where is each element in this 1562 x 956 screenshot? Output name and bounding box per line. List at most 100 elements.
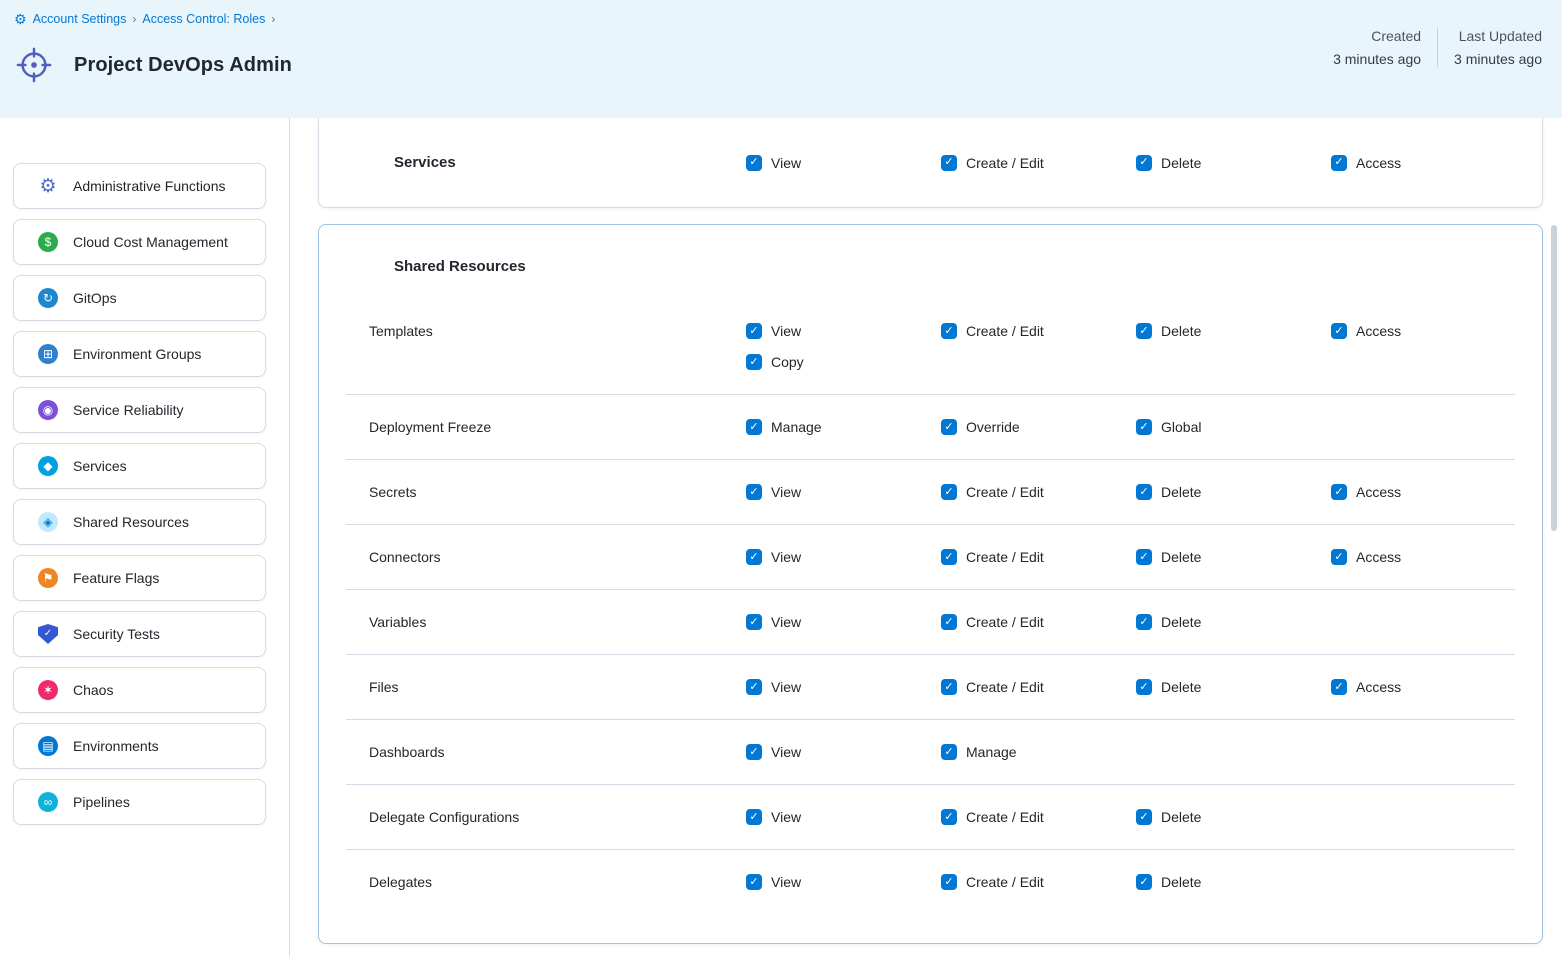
- checkbox-create-edit[interactable]: Create / Edit: [941, 679, 1136, 695]
- checkbox-view[interactable]: View: [746, 874, 941, 890]
- checked-checkbox-icon[interactable]: [746, 354, 762, 370]
- role-target-icon: [15, 46, 53, 84]
- checkbox-view[interactable]: View: [746, 323, 941, 339]
- permission-cell: View Copy: [746, 299, 941, 394]
- sidebar-item-chaos[interactable]: ✶ Chaos: [13, 667, 266, 713]
- checkbox-view[interactable]: View: [746, 549, 941, 565]
- permission-cell: Delete: [1136, 299, 1331, 394]
- checked-checkbox-icon[interactable]: [941, 614, 957, 630]
- checkbox-create-edit[interactable]: Create / Edit: [941, 323, 1136, 339]
- checked-checkbox-icon[interactable]: [941, 155, 957, 171]
- checkbox-manage[interactable]: Manage: [941, 744, 1136, 760]
- checkbox-access[interactable]: Access: [1331, 484, 1515, 500]
- checkbox-create-edit[interactable]: Create / Edit: [941, 874, 1136, 890]
- checkbox-view[interactable]: View: [746, 155, 941, 171]
- checkbox-create-edit[interactable]: Create / Edit: [941, 549, 1136, 565]
- checked-checkbox-icon[interactable]: [1136, 155, 1152, 171]
- checkbox-delete[interactable]: Delete: [1136, 549, 1331, 565]
- breadcrumb-account-settings[interactable]: Account Settings: [33, 12, 127, 26]
- checked-checkbox-icon[interactable]: [1136, 549, 1152, 565]
- checkbox-access[interactable]: Access: [1331, 679, 1515, 695]
- checkbox-copy[interactable]: Copy: [746, 354, 941, 370]
- checkbox-access[interactable]: Access: [1331, 323, 1515, 339]
- checked-checkbox-icon[interactable]: [941, 744, 957, 760]
- checked-checkbox-icon[interactable]: [746, 679, 762, 695]
- checked-checkbox-icon[interactable]: [941, 549, 957, 565]
- checkbox-access[interactable]: Access: [1331, 549, 1515, 565]
- checked-checkbox-icon[interactable]: [1136, 323, 1152, 339]
- checkbox-override[interactable]: Override: [941, 419, 1136, 435]
- checkbox-label: Delete: [1161, 679, 1201, 695]
- checked-checkbox-icon[interactable]: [941, 874, 957, 890]
- checkbox-view[interactable]: View: [746, 809, 941, 825]
- resource-label: Delegate Configurations: [346, 785, 746, 849]
- sidebar-item-cloud-cost-management[interactable]: $ Cloud Cost Management: [13, 219, 266, 265]
- sidebar-item-services[interactable]: ◆ Services: [13, 443, 266, 489]
- checked-checkbox-icon[interactable]: [1331, 323, 1347, 339]
- checkbox-create-edit[interactable]: Create / Edit: [941, 484, 1136, 500]
- sidebar-item-environments[interactable]: ▤ Environments: [13, 723, 266, 769]
- checked-checkbox-icon[interactable]: [746, 614, 762, 630]
- checkbox-label: Access: [1356, 323, 1401, 339]
- checkbox-create-edit[interactable]: Create / Edit: [941, 155, 1136, 171]
- checked-checkbox-icon[interactable]: [746, 744, 762, 760]
- permission-cell: Create / Edit: [941, 785, 1136, 849]
- checkbox-delete[interactable]: Delete: [1136, 323, 1331, 339]
- sidebar-item-environment-groups[interactable]: ⊞ Environment Groups: [13, 331, 266, 377]
- checkbox-manage[interactable]: Manage: [746, 419, 941, 435]
- environment-groups-icon: ⊞: [38, 344, 58, 364]
- service-reliability-icon: ◉: [38, 400, 58, 420]
- checkbox-delete[interactable]: Delete: [1136, 155, 1331, 171]
- checkbox-delete[interactable]: Delete: [1136, 614, 1331, 630]
- checkbox-delete[interactable]: Delete: [1136, 809, 1331, 825]
- shared-resources-card: ◈ Shared Resources Templates ViewCopy Cr…: [318, 224, 1543, 944]
- checkbox-view[interactable]: View: [746, 744, 941, 760]
- checked-checkbox-icon[interactable]: [746, 484, 762, 500]
- sidebar-item-gitops[interactable]: ↻ GitOps: [13, 275, 266, 321]
- checked-checkbox-icon[interactable]: [1136, 484, 1152, 500]
- permission-cell: Create / Edit: [941, 655, 1136, 719]
- checked-checkbox-icon[interactable]: [1136, 419, 1152, 435]
- sidebar-item-security-tests[interactable]: ✓ Security Tests: [13, 611, 266, 657]
- sidebar-item-feature-flags[interactable]: ⚑ Feature Flags: [13, 555, 266, 601]
- checked-checkbox-icon[interactable]: [746, 874, 762, 890]
- checked-checkbox-icon[interactable]: [1331, 484, 1347, 500]
- checked-checkbox-icon[interactable]: [941, 484, 957, 500]
- sidebar-item-pipelines[interactable]: ∞ Pipelines: [13, 779, 266, 825]
- checked-checkbox-icon[interactable]: [1331, 549, 1347, 565]
- checkbox-delete[interactable]: Delete: [1136, 874, 1331, 890]
- checked-checkbox-icon[interactable]: [746, 323, 762, 339]
- checked-checkbox-icon[interactable]: [1136, 614, 1152, 630]
- checkbox-global[interactable]: Global: [1136, 419, 1331, 435]
- checkbox-view[interactable]: View: [746, 679, 941, 695]
- checked-checkbox-icon[interactable]: [941, 419, 957, 435]
- checked-checkbox-icon[interactable]: [1136, 679, 1152, 695]
- checked-checkbox-icon[interactable]: [746, 809, 762, 825]
- breadcrumb-access-control-roles[interactable]: Access Control: Roles: [142, 12, 265, 26]
- checked-checkbox-icon[interactable]: [941, 323, 957, 339]
- checked-checkbox-icon[interactable]: [1136, 874, 1152, 890]
- permission-cell: View: [746, 155, 941, 171]
- permission-cell: View: [746, 590, 941, 654]
- shared-resources-rows: Templates ViewCopy Create / Edit Delete …: [346, 299, 1515, 943]
- vertical-scrollbar[interactable]: [1551, 225, 1557, 531]
- checkbox-create-edit[interactable]: Create / Edit: [941, 809, 1136, 825]
- checkbox-access[interactable]: Access: [1331, 155, 1515, 171]
- checkbox-create-edit[interactable]: Create / Edit: [941, 614, 1136, 630]
- checkbox-delete[interactable]: Delete: [1136, 679, 1331, 695]
- sidebar-item-service-reliability[interactable]: ◉ Service Reliability: [13, 387, 266, 433]
- sidebar-item-administrative-functions[interactable]: ⚙ Administrative Functions: [13, 163, 266, 209]
- checked-checkbox-icon[interactable]: [941, 809, 957, 825]
- checkbox-view[interactable]: View: [746, 614, 941, 630]
- checked-checkbox-icon[interactable]: [1136, 809, 1152, 825]
- checked-checkbox-icon[interactable]: [1331, 155, 1347, 171]
- sidebar-item-shared-resources[interactable]: ◈ Shared Resources: [13, 499, 266, 545]
- checked-checkbox-icon[interactable]: [941, 679, 957, 695]
- permission-cell: [1331, 590, 1515, 654]
- checked-checkbox-icon[interactable]: [1331, 679, 1347, 695]
- checked-checkbox-icon[interactable]: [746, 419, 762, 435]
- checked-checkbox-icon[interactable]: [746, 155, 762, 171]
- checkbox-delete[interactable]: Delete: [1136, 484, 1331, 500]
- checkbox-view[interactable]: View: [746, 484, 941, 500]
- checked-checkbox-icon[interactable]: [746, 549, 762, 565]
